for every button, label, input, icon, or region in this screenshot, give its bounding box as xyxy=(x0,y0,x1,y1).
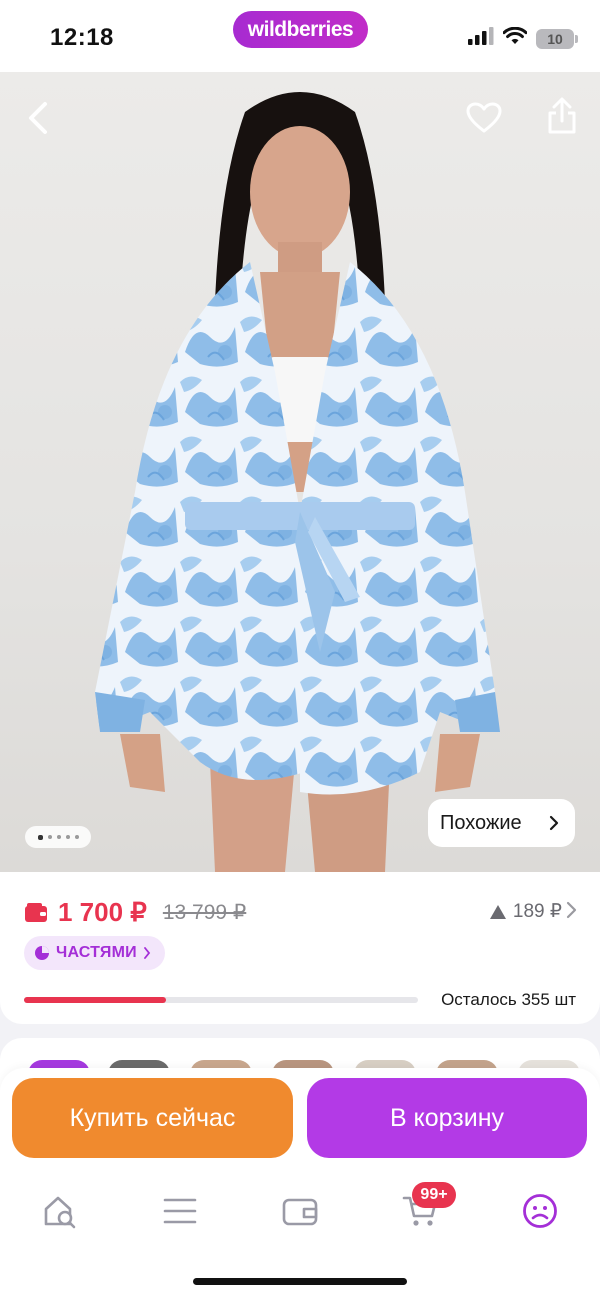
home-indicator xyxy=(193,1278,407,1285)
chevron-left-icon xyxy=(29,102,47,134)
pagination-dot xyxy=(56,835,61,839)
pie-chart-icon xyxy=(35,946,49,960)
tab-wallet[interactable] xyxy=(270,1186,330,1236)
add-to-cart-button[interactable]: В корзину xyxy=(307,1078,587,1158)
tab-catalog[interactable] xyxy=(150,1186,210,1236)
share-icon xyxy=(548,97,576,134)
buy-now-button[interactable]: Купить сейчас xyxy=(12,1078,293,1158)
installments-label: ЧАСТЯМИ xyxy=(56,944,137,961)
current-price: 1 700 ₽ xyxy=(58,897,147,927)
stock-progress-bar xyxy=(24,997,418,1003)
product-page: 12:18 wildberries 10 Похожие 1 700 ₽ 13 … xyxy=(0,0,600,1297)
brand-logo[interactable]: wildberries xyxy=(233,11,368,48)
stock-remaining: Осталось 355 шт xyxy=(441,990,576,1009)
wifi-icon xyxy=(502,26,528,50)
menu-icon xyxy=(163,1198,197,1224)
tab-profile[interactable] xyxy=(510,1186,570,1236)
image-header xyxy=(0,72,600,192)
share-button[interactable] xyxy=(534,88,590,144)
status-bar: 12:18 wildberries 10 xyxy=(0,0,600,72)
pagination-dot xyxy=(47,835,52,839)
home-search-icon xyxy=(44,1196,76,1229)
bottom-panel: Купить сейчас В корзину 99+ xyxy=(0,1068,600,1297)
chevron-right-icon xyxy=(549,815,559,831)
price-delta: 189 ₽ xyxy=(512,901,562,922)
battery-icon: 10 xyxy=(536,28,578,49)
status-time: 12:18 xyxy=(50,24,114,51)
similar-button[interactable]: Похожие xyxy=(428,799,575,847)
wallet-icon xyxy=(25,902,47,922)
wallet-icon xyxy=(282,1198,318,1226)
cart-badge: 99+ xyxy=(412,1182,456,1208)
stock-progress-fill xyxy=(24,997,166,1003)
pagination-dot xyxy=(37,834,43,840)
back-button[interactable] xyxy=(10,90,66,146)
signal-icon xyxy=(468,27,494,50)
old-price: 13 799 ₽ xyxy=(162,901,247,924)
pagination-dot xyxy=(74,835,79,839)
heart-icon xyxy=(466,102,502,133)
installments-badge[interactable]: ЧАСТЯМИ xyxy=(24,936,165,970)
status-icons: 10 xyxy=(468,26,578,50)
favorite-button[interactable] xyxy=(456,90,512,146)
price-card: 1 700 ₽ 13 799 ₽ 189 ₽ ЧАСТЯМИ Осталось … xyxy=(0,872,600,1024)
price-row: 1 700 ₽ 13 799 ₽ xyxy=(24,897,246,928)
chevron-right-icon[interactable] xyxy=(566,901,578,919)
similar-label: Похожие xyxy=(440,811,522,834)
gallery-pagination xyxy=(25,826,91,848)
product-photo xyxy=(95,92,500,872)
triangle-up-icon xyxy=(489,904,506,919)
tab-home[interactable] xyxy=(30,1186,90,1236)
price-history[interactable]: 189 ₽ xyxy=(489,900,562,923)
chevron-right-icon xyxy=(143,947,151,959)
product-image-gallery[interactable]: Похожие xyxy=(0,72,600,872)
pagination-dot xyxy=(65,835,70,839)
profile-icon xyxy=(523,1194,557,1228)
